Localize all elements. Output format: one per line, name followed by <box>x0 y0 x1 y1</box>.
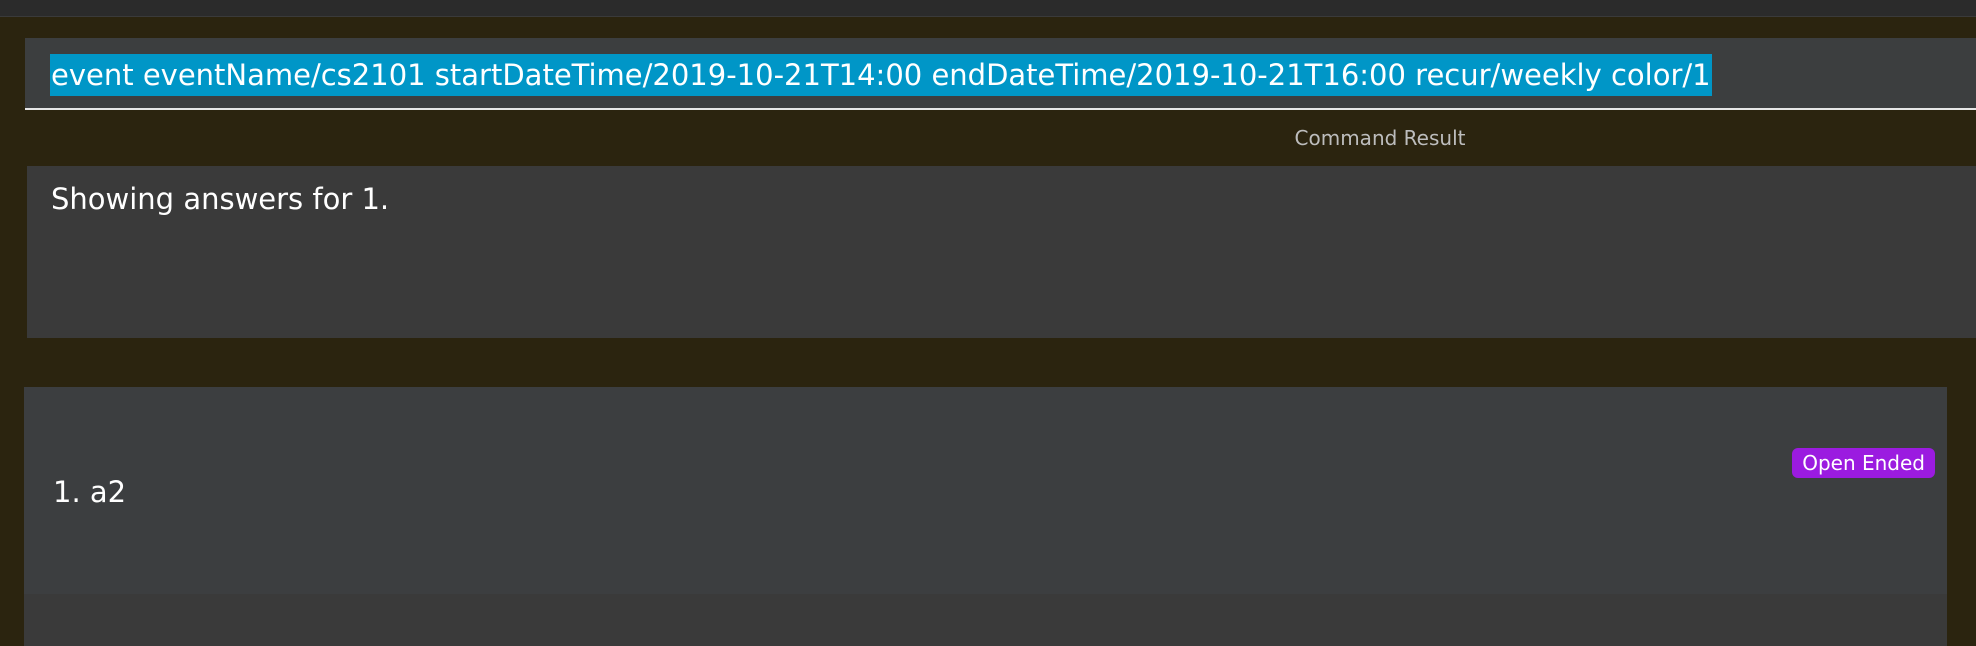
command-result-box: Showing answers for 1. <box>27 166 1976 338</box>
answer-list-panel: 1. a2 Open Ended <box>24 387 1947 646</box>
command-input-box[interactable]: event eventName/cs2101 startDateTime/201… <box>25 38 1976 110</box>
top-window-strip <box>0 0 1976 17</box>
command-input-text[interactable]: event eventName/cs2101 startDateTime/201… <box>50 54 1712 96</box>
list-item-text: 1. a2 <box>53 475 127 509</box>
command-result-label: Command Result <box>1294 126 1466 150</box>
open-ended-badge: Open Ended <box>1792 448 1935 478</box>
list-item-next <box>24 594 1947 646</box>
list-item[interactable]: 1. a2 Open Ended <box>24 387 1947 594</box>
command-result-text: Showing answers for 1. <box>51 182 390 216</box>
